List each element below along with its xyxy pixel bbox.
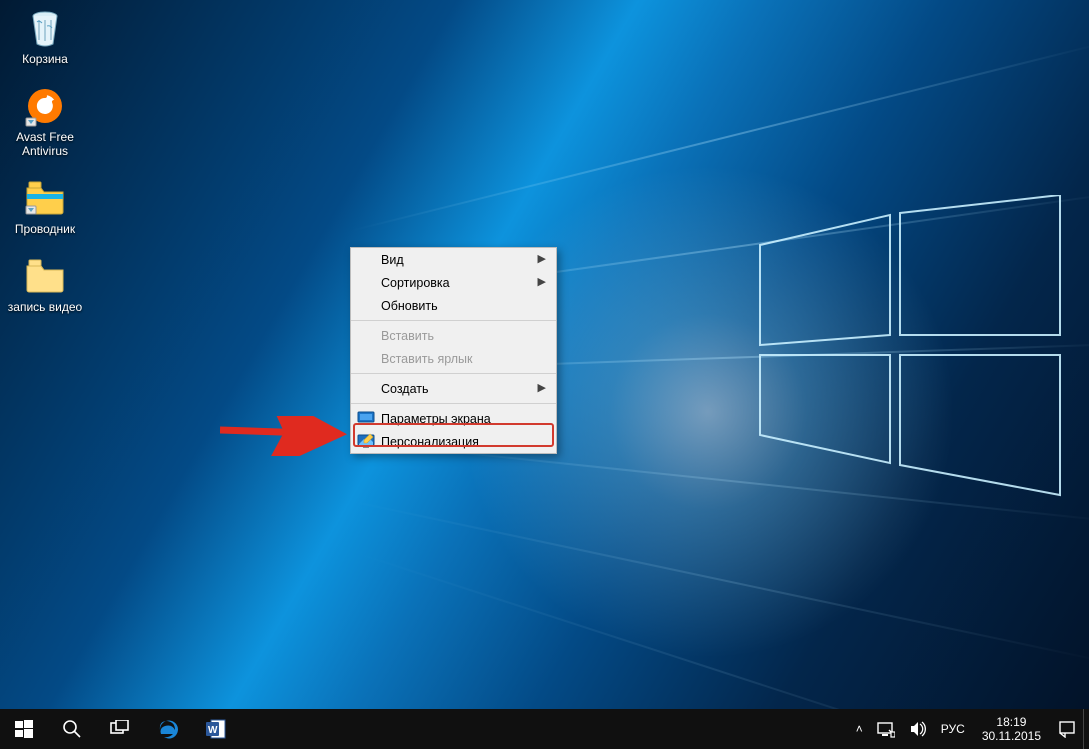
- context-menu: Вид ▶ Сортировка ▶ Обновить Вставить Вст…: [350, 247, 557, 454]
- icon-label: Корзина: [6, 52, 84, 66]
- menu-item-label: Персонализация: [381, 435, 479, 449]
- menu-item-paste-shortcut: Вставить ярлык: [351, 347, 556, 370]
- menu-item-new[interactable]: Создать ▶: [351, 377, 556, 400]
- chevron-up-icon: ˄: [856, 722, 863, 736]
- desktop-icon-avast[interactable]: Avast Free Antivirus: [6, 84, 84, 158]
- start-button[interactable]: [0, 709, 48, 749]
- desktop-icons: Корзина Avast Free Antivirus Проводник з…: [6, 6, 84, 332]
- menu-separator: [351, 320, 556, 321]
- volume-icon: [909, 720, 927, 738]
- chevron-right-icon: ▶: [538, 381, 546, 394]
- word-icon: W: [205, 718, 227, 740]
- tray-network[interactable]: [870, 709, 902, 749]
- recycle-bin-icon: [23, 6, 67, 50]
- chevron-right-icon: ▶: [538, 252, 546, 265]
- clock-date: 30.11.2015: [982, 729, 1041, 743]
- chevron-right-icon: ▶: [538, 275, 546, 288]
- menu-item-label: Параметры экрана: [381, 412, 491, 426]
- folder-icon: [23, 254, 67, 298]
- menu-item-label: Сортировка: [381, 276, 450, 290]
- tray-volume[interactable]: [902, 709, 934, 749]
- taskbar: W ˄ РУС 18:19 30.11.2015: [0, 709, 1089, 749]
- menu-item-personalization[interactable]: Персонализация: [351, 430, 556, 453]
- monitor-icon: [357, 410, 375, 428]
- menu-separator: [351, 403, 556, 404]
- menu-separator: [351, 373, 556, 374]
- tray-chevron[interactable]: ˄: [849, 709, 870, 749]
- system-tray: ˄ РУС 18:19 30.11.2015: [849, 709, 1089, 749]
- edge-icon: [157, 718, 179, 740]
- menu-item-sort[interactable]: Сортировка ▶: [351, 271, 556, 294]
- icon-label: Проводник: [6, 222, 84, 236]
- desktop-icon-folder[interactable]: запись видео: [6, 254, 84, 314]
- language-label: РУС: [941, 722, 965, 736]
- menu-item-label: Вид: [381, 253, 404, 267]
- icon-label: запись видео: [6, 300, 84, 314]
- svg-text:W: W: [208, 725, 218, 736]
- word-button[interactable]: W: [192, 709, 240, 749]
- menu-item-label: Вставить ярлык: [381, 352, 473, 366]
- menu-item-label: Обновить: [381, 299, 438, 313]
- clock-time: 18:19: [982, 715, 1041, 729]
- windows-icon: [15, 720, 33, 738]
- menu-item-label: Вставить: [381, 329, 434, 343]
- icon-label: Avast Free Antivirus: [6, 130, 84, 158]
- search-button[interactable]: [48, 709, 96, 749]
- menu-item-view[interactable]: Вид ▶: [351, 248, 556, 271]
- search-icon: [62, 719, 82, 739]
- task-view-button[interactable]: [96, 709, 144, 749]
- tray-notifications[interactable]: [1051, 709, 1083, 749]
- menu-item-display-settings[interactable]: Параметры экрана: [351, 407, 556, 430]
- desktop[interactable]: Корзина Avast Free Antivirus Проводник з…: [0, 0, 1089, 749]
- explorer-icon: [23, 176, 67, 220]
- notifications-icon: [1058, 720, 1076, 738]
- show-desktop-button[interactable]: [1083, 709, 1089, 749]
- desktop-icon-explorer[interactable]: Проводник: [6, 176, 84, 236]
- avast-icon: [23, 84, 67, 128]
- menu-item-label: Создать: [381, 382, 429, 396]
- edge-button[interactable]: [144, 709, 192, 749]
- network-icon: [877, 720, 895, 738]
- tray-language[interactable]: РУС: [934, 709, 972, 749]
- desktop-icon-recycle-bin[interactable]: Корзина: [6, 6, 84, 66]
- tray-clock[interactable]: 18:19 30.11.2015: [972, 715, 1051, 743]
- task-view-icon: [109, 720, 131, 738]
- annotation-arrow: [220, 416, 370, 456]
- personalize-icon: [357, 433, 375, 451]
- menu-item-refresh[interactable]: Обновить: [351, 294, 556, 317]
- menu-item-paste: Вставить: [351, 324, 556, 347]
